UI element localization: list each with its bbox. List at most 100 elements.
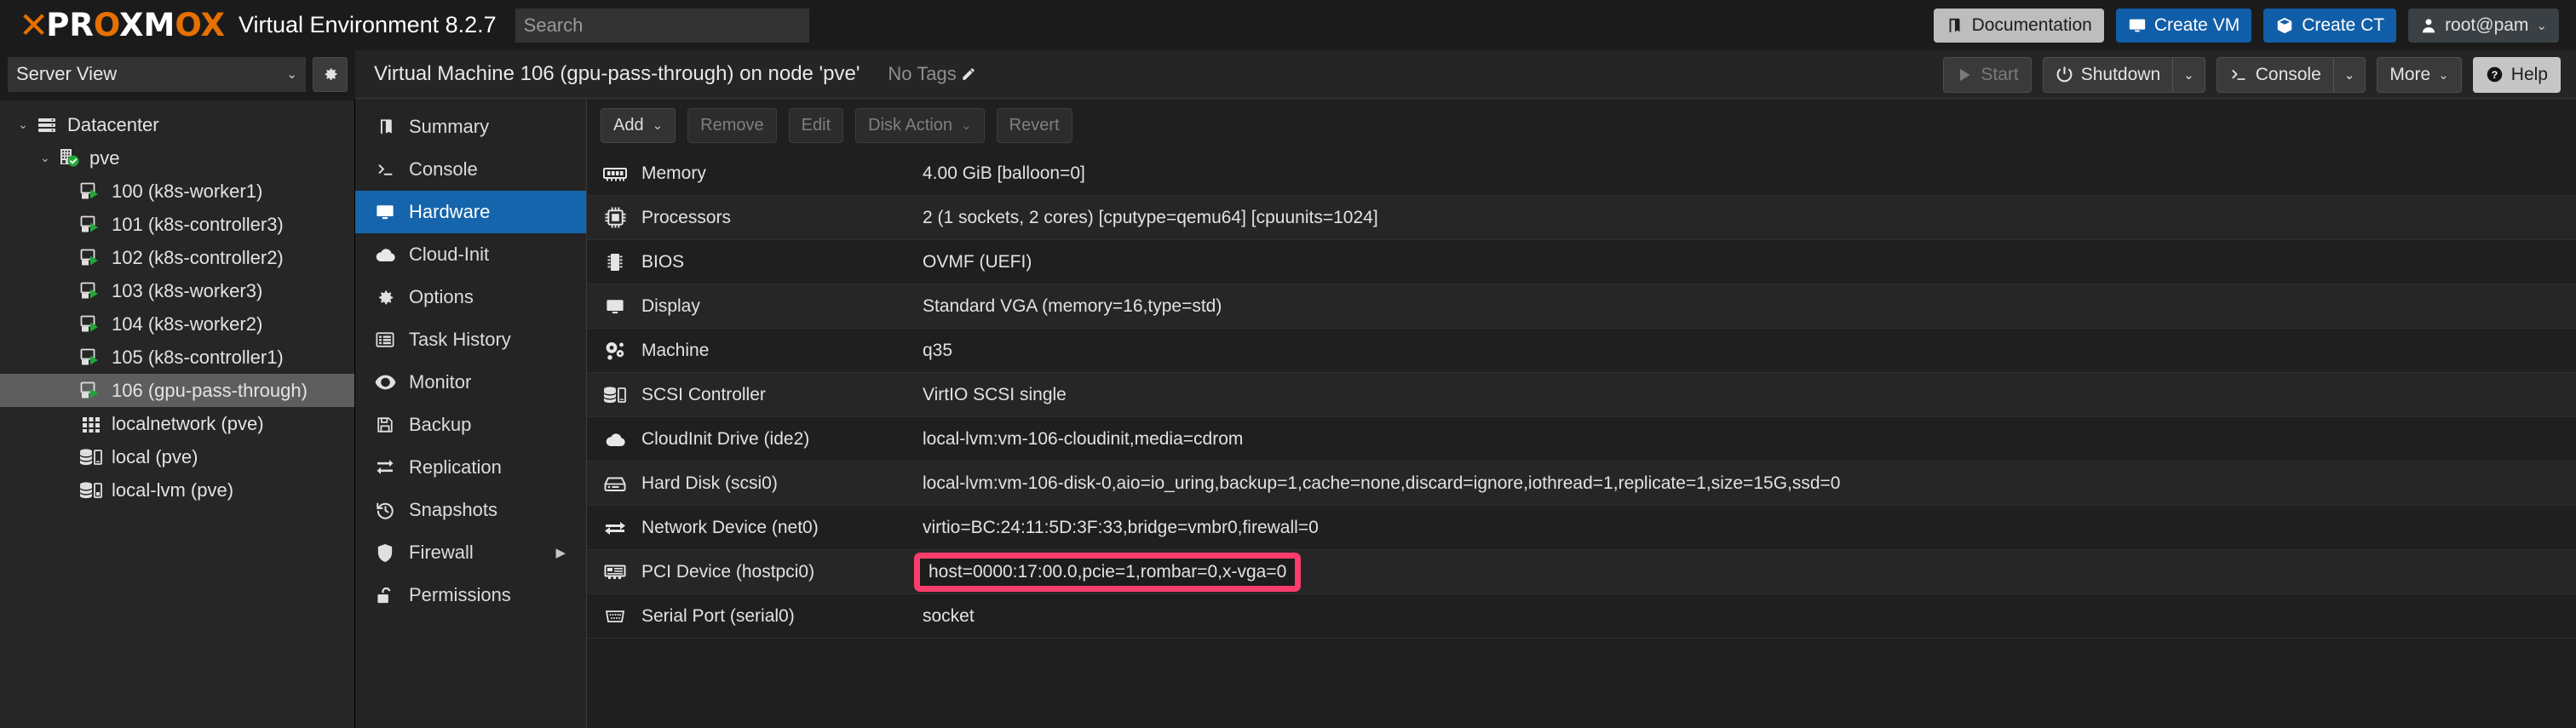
table-row[interactable]: Display Standard VGA (memory=16,type=std) (587, 284, 2576, 329)
table-row[interactable]: SCSI Controller VirtIO SCSI single (587, 373, 2576, 417)
hardware-row-label: PCI Device (hostpci0) (641, 561, 815, 582)
create-vm-label: Create VM (2153, 14, 2240, 35)
vm-running-icon (78, 249, 104, 267)
tree-item-datacenter[interactable]: ⌄ Datacenter (0, 108, 354, 141)
vm-running-icon (78, 182, 104, 201)
hardware-row-value: q35 (923, 340, 953, 360)
storage-icon (78, 447, 104, 467)
more-button[interactable]: More ⌄ (2377, 56, 2462, 93)
nav-item-console[interactable]: Console (355, 148, 586, 191)
tree-item-local[interactable]: local (pve) (0, 440, 354, 473)
node-icon (56, 147, 82, 169)
start-button[interactable]: Start (1943, 56, 2032, 93)
tree-item-label: 101 (k8s-controller3) (112, 213, 284, 235)
table-row[interactable]: Serial Port (serial0) socket (587, 594, 2576, 639)
play-icon (1956, 66, 1973, 83)
create-vm-button[interactable]: Create VM (2115, 8, 2252, 43)
question-icon: ? (2486, 66, 2504, 83)
nav-item-cloud-init[interactable]: Cloud-Init (355, 233, 586, 276)
chevron-right-icon[interactable]: ▶ (555, 545, 566, 560)
search-input[interactable] (515, 8, 809, 43)
hardware-row-label: Network Device (net0) (641, 517, 819, 537)
tree-item-pve[interactable]: ⌄ pve (0, 141, 354, 175)
gear-icon (371, 288, 400, 307)
more-label: More (2389, 64, 2431, 84)
view-select-label: Server View (16, 63, 118, 84)
serial-icon (597, 610, 633, 623)
nav-item-replication[interactable]: Replication (355, 446, 586, 489)
remove-button[interactable]: Remove (687, 107, 777, 143)
toolbar-button-label: Revert (1009, 115, 1060, 135)
nav-item-monitor[interactable]: Monitor (355, 361, 586, 404)
hardware-row-value: 2 (1 sockets, 2 cores) [cputype=qemu64] … (923, 207, 1378, 227)
table-row[interactable]: Network Device (net0) virtio=BC:24:11:5D:… (587, 506, 2576, 550)
hardware-row-label: BIOS (641, 251, 685, 272)
disk-action-button[interactable]: Disk Action ⌄ (855, 107, 985, 143)
table-empty-area (587, 639, 2576, 728)
storage-icon (597, 385, 633, 405)
create-ct-button[interactable]: Create CT (2263, 8, 2397, 43)
help-button[interactable]: ? Help (2472, 56, 2561, 93)
table-row[interactable]: Machine q35 (587, 329, 2576, 373)
table-row[interactable]: Memory 4.00 GiB [balloon=0] (587, 152, 2576, 196)
tree-item-102[interactable]: 102 (k8s-controller2) (0, 241, 354, 274)
nav-item-label: Cloud-Init (409, 244, 490, 265)
view-select[interactable]: Server View ⌄ (8, 56, 306, 92)
tree-item-105[interactable]: 105 (k8s-controller1) (0, 341, 354, 374)
power-icon (2056, 66, 2073, 83)
table-row[interactable]: Processors 2 (1 sockets, 2 cores) [cputyp… (587, 196, 2576, 240)
tree-item-104[interactable]: 104 (k8s-worker2) (0, 307, 354, 341)
proxmox-logo[interactable]: ✕ PROXMOX (19, 7, 225, 43)
tags-area[interactable]: No Tags (888, 63, 975, 85)
nav-item-snapshots[interactable]: Snapshots (355, 489, 586, 531)
cube-icon (2275, 16, 2294, 35)
view-selector-area: Server View ⌄ (0, 49, 355, 99)
tree-item-localnetwork[interactable]: localnetwork (pve) (0, 407, 354, 440)
tree-expander-icon[interactable]: ⌄ (12, 118, 34, 132)
context-bar: Server View ⌄ Virtual Machine 106 (gpu-p… (0, 49, 2576, 99)
nav-item-label: Options (409, 286, 474, 307)
nav-item-task-history[interactable]: Task History (355, 318, 586, 361)
table-row[interactable]: CloudInit Drive (ide2) local-lvm:vm-106-c… (587, 417, 2576, 461)
user-menu-button[interactable]: root@pam ⌄ (2408, 8, 2559, 43)
nav-item-hardware[interactable]: Hardware (355, 191, 586, 233)
network-dev-icon (597, 519, 633, 536)
nav-item-options[interactable]: Options (355, 276, 586, 318)
table-row[interactable]: BIOS OVMF (UEFI) (587, 240, 2576, 284)
nav-item-summary[interactable]: Summary (355, 106, 586, 148)
tree-item-106[interactable]: 106 (gpu-pass-through) (0, 374, 354, 407)
hardware-table: Memory 4.00 GiB [balloon=0] Processors 2 (1… (587, 152, 2576, 639)
nav-item-firewall[interactable]: Firewall ▶ (355, 531, 586, 574)
gear-icon[interactable] (313, 56, 348, 92)
edit-button[interactable]: Edit (788, 107, 844, 143)
nav-item-backup[interactable]: Backup (355, 404, 586, 446)
table-row[interactable]: PCI Device (hostpci0) host=0000:17:00.0,p… (587, 550, 2576, 594)
tree-item-100[interactable]: 100 (k8s-worker1) (0, 175, 354, 208)
toolbar-button-label: Add (613, 115, 644, 135)
shutdown-dropdown-toggle[interactable]: ⌄ (2172, 57, 2205, 92)
add-button[interactable]: Add ⌄ (601, 107, 676, 143)
monitor-icon (2128, 16, 2147, 35)
tree-item-local-lvm[interactable]: local-lvm (pve) (0, 473, 354, 507)
tree-item-label: 105 (k8s-controller1) (112, 346, 284, 368)
revert-button[interactable]: Revert (996, 107, 1072, 143)
hardware-row-value: socket (923, 605, 975, 626)
shutdown-button[interactable]: Shutdown ⌄ (2042, 56, 2205, 93)
tree-item-label: 104 (k8s-worker2) (112, 312, 263, 335)
tree-item-101[interactable]: 101 (k8s-controller3) (0, 208, 354, 241)
nav-item-label: Replication (409, 456, 502, 478)
table-row[interactable]: Hard Disk (scsi0) local-lvm:vm-106-disk-0… (587, 461, 2576, 506)
nav-item-label: Console (409, 158, 478, 180)
hardware-row-value: 4.00 GiB [balloon=0] (923, 163, 1085, 183)
tree-expander-icon[interactable]: ⌄ (34, 151, 56, 165)
nav-item-permissions[interactable]: Permissions (355, 574, 586, 616)
console-button[interactable]: Console ⌄ (2216, 56, 2366, 93)
main-body: ⌄ Datacenter ⌄ pve 100 (k8s-worker1) 101 (k8s… (0, 99, 2576, 728)
pencil-icon[interactable] (961, 66, 976, 82)
documentation-button[interactable]: Documentation (1933, 8, 2104, 43)
tree-item-103[interactable]: 103 (k8s-worker3) (0, 274, 354, 307)
hardware-row-value-cell: local-lvm:vm-106-cloudinit,media=cdrom (923, 429, 2576, 450)
console-dropdown-toggle[interactable]: ⌄ (2332, 57, 2366, 92)
vm-running-icon (78, 348, 104, 367)
hardware-row-label: Hard Disk (scsi0) (641, 473, 778, 493)
